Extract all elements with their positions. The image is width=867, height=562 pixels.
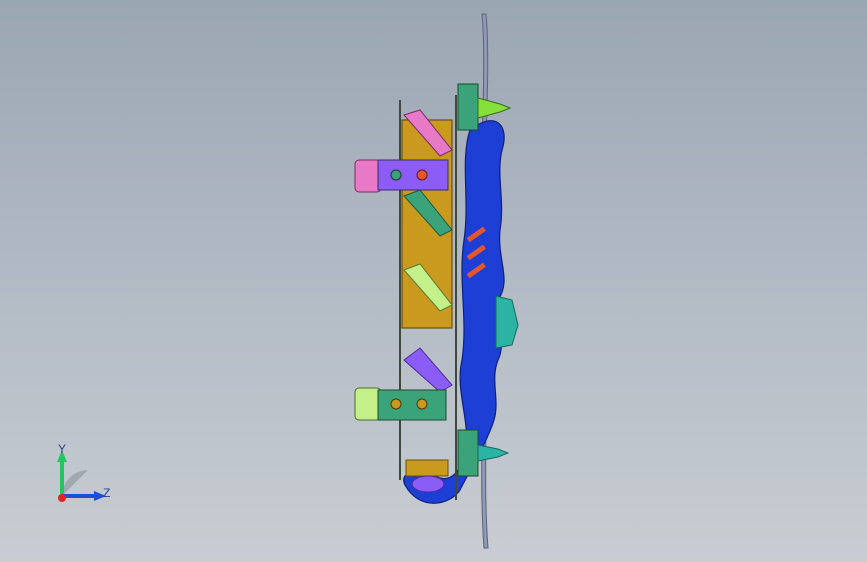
y-axis-label: Y bbox=[58, 442, 67, 456]
axis-triad bbox=[57, 450, 106, 502]
landing-gear-lower bbox=[354, 387, 447, 421]
cad-viewport[interactable]: Y Z bbox=[0, 0, 867, 562]
camera-mount bbox=[495, 295, 519, 349]
drone-model-side-view[interactable] bbox=[0, 0, 867, 562]
z-axis-label: Z bbox=[103, 486, 111, 500]
landing-gear-upper bbox=[354, 159, 449, 193]
